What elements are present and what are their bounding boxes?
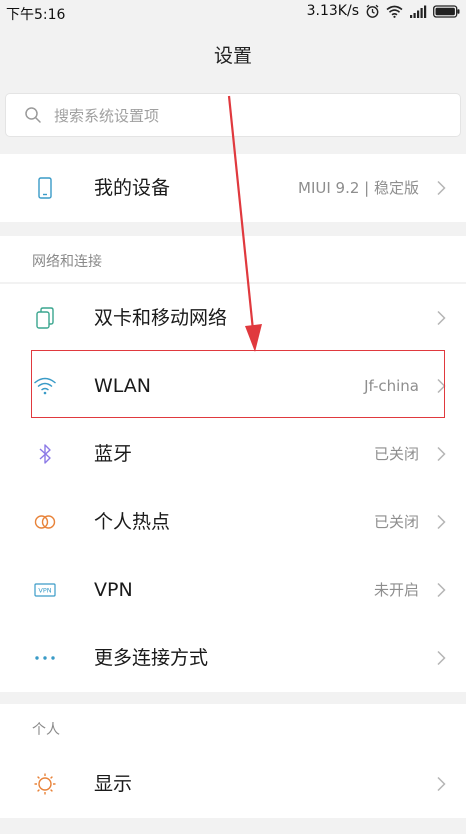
chevron-right-icon [437,650,446,666]
search-input[interactable] [52,94,436,138]
row-label: 我的设备 [94,177,171,199]
alarm-icon [366,4,379,18]
row-value: 未开启 [373,581,419,599]
wlan-highlight-box [31,350,445,418]
svg-text:VPN: VPN [38,587,51,595]
signal-icon [410,5,427,18]
status-time: 下午5:16 [6,7,66,23]
section-header-personal: 个人 [32,722,60,738]
chevron-right-icon [437,582,446,598]
vpn-icon: VPN [34,583,56,597]
battery-icon [433,4,460,18]
sim-cards-icon [36,307,54,329]
status-indicators: 3.13K/s [307,3,460,19]
bluetooth-icon [39,444,51,464]
settings-row-dual-sim[interactable]: 双卡和移动网络 [0,284,466,352]
settings-row-vpn[interactable]: VPN VPN 未开启 [0,556,466,624]
row-label: 显示 [94,773,133,795]
settings-row-bluetooth[interactable]: 蓝牙 已关闭 [0,420,466,488]
page-title: 设置 [213,45,252,67]
settings-row-display[interactable]: 显示 [0,750,466,818]
row-label: 个人热点 [94,511,171,533]
row-value: MIUI 9.2 | 稳定版 [298,179,419,197]
row-label: VPN [94,579,133,601]
chevron-right-icon [437,180,446,196]
chevron-right-icon [437,776,446,792]
more-dots-icon [35,656,55,660]
chevron-right-icon [437,446,446,462]
status-bar: 下午5:16 3.13K/s [0,0,466,26]
row-label: 蓝牙 [94,443,133,465]
row-value: 已关闭 [373,445,419,463]
net-speed: 3.13K/s [306,3,359,19]
wifi-status-icon [386,5,403,18]
section-header-network: 网络和连接 [32,254,102,270]
settings-row-my-device[interactable]: 我的设备 MIUI 9.2 | 稳定版 [0,154,466,222]
search-icon [25,107,41,123]
row-label: 双卡和移动网络 [94,307,228,329]
chevron-right-icon [437,310,446,326]
section-header-bg [0,704,466,750]
row-label: 更多连接方式 [94,647,209,669]
hotspot-icon [34,515,56,529]
settings-row-more-connections[interactable]: 更多连接方式 [0,624,466,692]
phone-device-icon [38,177,52,199]
display-sun-icon [34,773,56,795]
settings-row-hotspot[interactable]: 个人热点 已关闭 [0,488,466,556]
chevron-right-icon [437,514,446,530]
row-value: 已关闭 [373,513,419,531]
search-bar[interactable] [6,94,460,138]
